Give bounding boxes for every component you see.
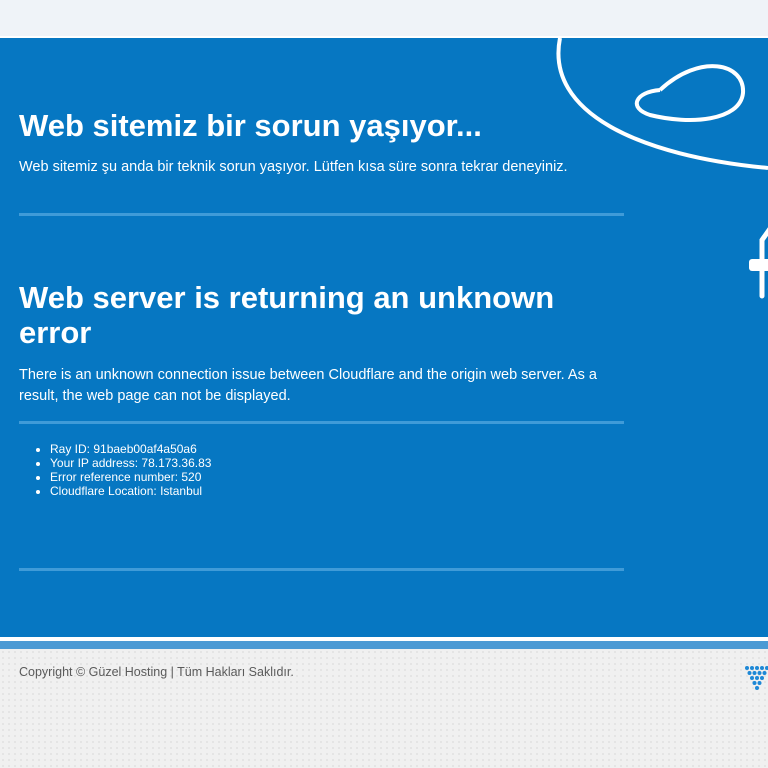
error-title: Web server is returning an unknown error: [19, 280, 555, 350]
hosting-logo-icon: [745, 666, 768, 690]
copyright-text: Copyright © Güzel Hosting | Tüm Hakları …: [19, 665, 294, 679]
ip-address: Your IP address: 78.173.36.83: [50, 456, 211, 470]
plug-icon: [749, 227, 768, 299]
turkish-title: Web sitemiz bir sorun yaşıyor...: [19, 108, 482, 143]
divider: [19, 213, 624, 216]
error-message: There is an unknown connection issue bet…: [19, 367, 597, 404]
separator-accent: [0, 641, 768, 649]
turkish-message: Web sitemiz şu anda bir teknik sorun yaş…: [19, 159, 568, 175]
error-details-list: Ray ID: 91baeb00af4a50a6 Your IP address…: [19, 442, 211, 498]
footer: Copyright © Güzel Hosting | Tüm Hakları …: [0, 649, 768, 768]
top-bar: [0, 0, 768, 38]
error-hero: Web sitemiz bir sorun yaşıyor... Web sit…: [0, 38, 768, 637]
divider: [19, 568, 624, 571]
error-reference-number: Error reference number: 520: [50, 470, 211, 484]
cloudflare-location: Cloudflare Location: Istanbul: [50, 484, 211, 498]
ray-id: Ray ID: 91baeb00af4a50a6: [50, 442, 211, 456]
divider: [19, 421, 624, 424]
